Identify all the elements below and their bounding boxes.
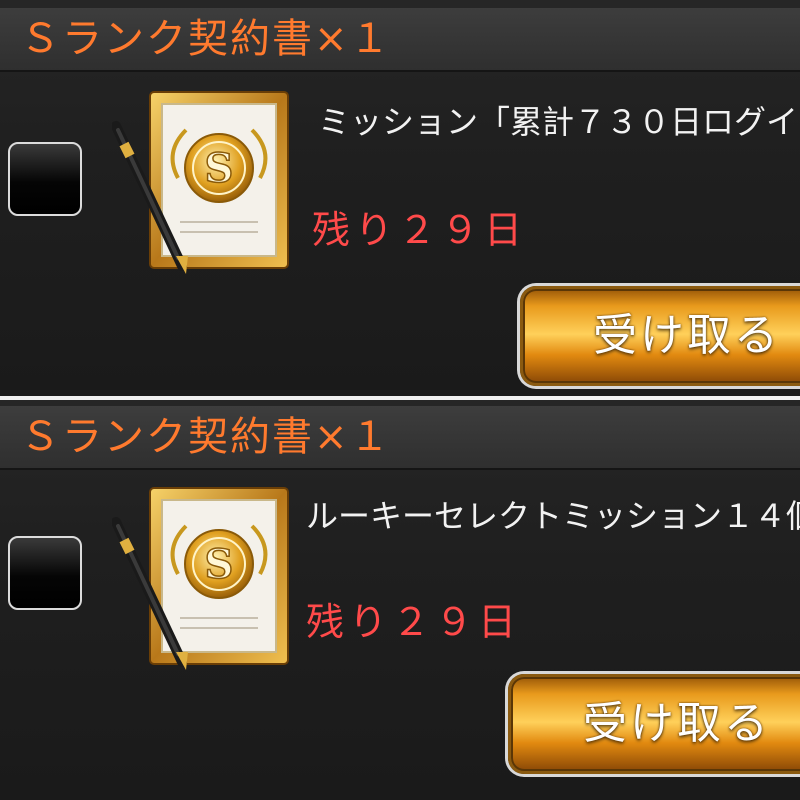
receive-button[interactable]: 受け取る (520, 286, 800, 386)
reward-header: Ｓランク契約書×１ (0, 8, 800, 72)
mission-description: ミッション「累計７３０日ログイン (318, 103, 800, 141)
select-checkbox[interactable] (8, 536, 82, 610)
reward-title: Ｓランク契約書×１ (20, 414, 392, 460)
svg-text:S: S (205, 541, 234, 588)
reward-panel: Ｓランク契約書×１ S ルーキーセレクトミッション１４個ク 残り２９日 受け取る (0, 400, 800, 800)
receive-button-label: 受け取る (583, 698, 771, 749)
svg-text:S: S (205, 145, 234, 192)
remaining-days: 残り２９日 (306, 600, 522, 644)
receive-button[interactable]: 受け取る (508, 674, 800, 774)
reward-panel: Ｓランク契約書×１ S ミッション「累計７３０日ログイン 残り２９日 受け取る (0, 0, 800, 400)
select-checkbox[interactable] (8, 142, 82, 216)
reward-title: Ｓランク契約書×１ (20, 16, 392, 62)
s-rank-contract-icon: S (112, 487, 289, 670)
s-rank-contract-icon: S (112, 91, 289, 274)
receive-button-label: 受け取る (593, 310, 781, 361)
reward-header: Ｓランク契約書×１ (0, 406, 800, 470)
remaining-days: 残り２９日 (312, 208, 528, 252)
mission-description: ルーキーセレクトミッション１４個ク (306, 497, 800, 535)
